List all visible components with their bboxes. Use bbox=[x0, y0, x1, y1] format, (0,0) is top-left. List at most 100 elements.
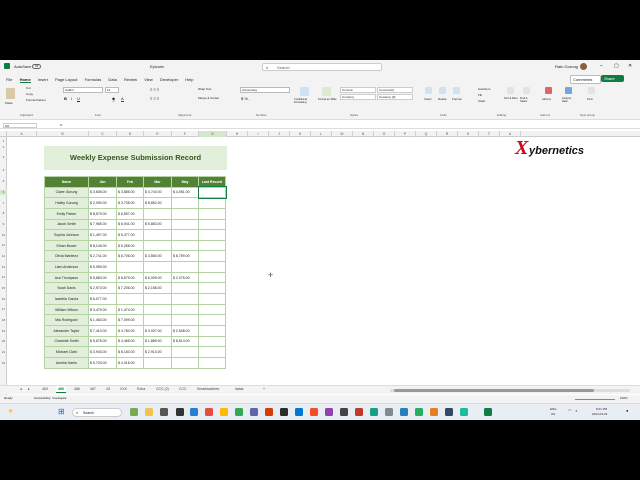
expense-cell[interactable] bbox=[143, 207, 172, 220]
prev-sheet-icon[interactable]: ◂ bbox=[20, 387, 22, 391]
menu-home[interactable]: Home bbox=[19, 77, 31, 83]
expense-cell[interactable] bbox=[198, 229, 226, 241]
expense-cell[interactable] bbox=[198, 346, 226, 358]
row-header[interactable]: 12 bbox=[0, 254, 7, 259]
expense-cell[interactable] bbox=[143, 356, 172, 369]
expense-cell[interactable]: $ 8,145.00 bbox=[88, 239, 117, 252]
menu-data[interactable]: Data bbox=[108, 77, 116, 82]
row-header[interactable]: 13 bbox=[0, 265, 7, 270]
expense-cell[interactable]: $ 2,913.00 bbox=[143, 346, 172, 358]
insert-cells-icon[interactable] bbox=[425, 87, 432, 94]
expense-cell[interactable]: $ 8,679.00 bbox=[116, 271, 144, 284]
worksheet-grid[interactable]: Weekly Expense Submission Record Name Ja… bbox=[7, 137, 633, 420]
avatar[interactable] bbox=[580, 63, 587, 70]
cut-button[interactable]: Cut bbox=[26, 86, 31, 91]
fill-button[interactable]: Fill bbox=[478, 93, 482, 98]
sheet-tab-active[interactable]: 465 bbox=[56, 386, 66, 393]
formula-input[interactable] bbox=[68, 123, 636, 128]
sheet-title-cell[interactable]: Weekly Expense Submission Record bbox=[44, 146, 227, 170]
expense-cell[interactable]: $ 4,780.00 bbox=[116, 324, 144, 337]
expense-cell[interactable] bbox=[198, 239, 226, 252]
search-box[interactable]: ⌕ Search bbox=[262, 63, 382, 71]
menu-formulas[interactable]: Formulas bbox=[85, 77, 102, 82]
expense-cell[interactable]: $ 2,548.00 bbox=[171, 324, 199, 337]
expense-cell[interactable] bbox=[198, 293, 226, 305]
align-icon[interactable]: ≡ ≡ ≡ bbox=[150, 87, 159, 92]
taskbar-app-icon[interactable] bbox=[370, 408, 378, 416]
row-header[interactable]: 6 bbox=[0, 190, 7, 195]
expense-cell[interactable] bbox=[171, 314, 199, 326]
menu-file[interactable]: File bbox=[6, 77, 12, 82]
expense-cell[interactable]: $ 2,741.00 bbox=[88, 250, 117, 263]
expense-cell[interactable] bbox=[143, 314, 172, 326]
expense-cell[interactable] bbox=[198, 356, 226, 369]
expense-cell[interactable] bbox=[143, 293, 172, 305]
taskbar-app-icon[interactable] bbox=[430, 408, 438, 416]
taskbar-app-icon[interactable] bbox=[325, 408, 333, 416]
sheet-tab[interactable]: 463 bbox=[42, 387, 48, 391]
sheet-tab[interactable]: 466 bbox=[74, 387, 80, 391]
expense-cell[interactable]: $ 3,885.00 bbox=[116, 186, 144, 199]
expense-cell[interactable]: $ 4,744.00 bbox=[143, 186, 172, 199]
paste-icon[interactable] bbox=[6, 88, 15, 99]
notification-icon[interactable]: ● bbox=[626, 408, 628, 413]
sheet-tab[interactable]: 43 bbox=[106, 387, 110, 391]
conditional-formatting-icon[interactable] bbox=[300, 87, 309, 96]
fill-color-icon[interactable]: ◆ bbox=[112, 96, 116, 102]
expense-cell[interactable]: $ 1,497.00 bbox=[88, 229, 117, 241]
row-header[interactable]: 3 bbox=[0, 155, 7, 160]
expense-cell[interactable]: $ 7,206.00 bbox=[116, 282, 144, 295]
expense-cell[interactable]: $ 6,099.00 bbox=[143, 271, 172, 284]
style-comma[interactable]: Comma bbox=[340, 87, 376, 93]
style-currency[interactable]: Currency bbox=[340, 94, 376, 100]
horizontal-scrollbar[interactable] bbox=[390, 389, 630, 392]
row-header[interactable]: 19 bbox=[0, 329, 7, 334]
expense-cell[interactable]: $ 1,474.00 bbox=[116, 303, 144, 316]
row-header[interactable]: 2 bbox=[0, 145, 7, 150]
expense-cell[interactable] bbox=[198, 261, 226, 273]
expense-cell[interactable]: $ 2,075.00 bbox=[171, 271, 199, 284]
format-cells-icon[interactable] bbox=[453, 87, 460, 94]
menu-review[interactable]: Review bbox=[124, 77, 137, 82]
expense-cell[interactable]: $ 8,579.00 bbox=[88, 207, 117, 220]
row-header[interactable]: 16 bbox=[0, 297, 7, 302]
expense-cell[interactable]: $ 1,463.00 bbox=[88, 314, 117, 326]
expense-cell[interactable]: $ 2,090.00 bbox=[88, 197, 117, 209]
accessibility-status[interactable]: Accessibility: Investigate bbox=[34, 396, 67, 401]
taskbar-app-icon[interactable] bbox=[265, 408, 273, 416]
expense-cell[interactable] bbox=[171, 303, 199, 316]
taskbar-app-icon[interactable] bbox=[295, 408, 303, 416]
menu-insert[interactable]: Insert bbox=[38, 77, 48, 82]
expense-cell[interactable] bbox=[198, 197, 226, 209]
add-sheet-icon[interactable]: + bbox=[263, 387, 265, 391]
header-last-record[interactable]: Last Record bbox=[198, 176, 226, 188]
sheet-tab[interactable]: datas bbox=[235, 387, 244, 391]
header-jan[interactable]: Jan bbox=[88, 176, 117, 188]
menu-page-layout[interactable]: Page Layout bbox=[55, 77, 77, 82]
expense-cell[interactable]: $ 8,514.00 bbox=[171, 335, 199, 348]
comments-button[interactable]: Comments bbox=[570, 75, 602, 84]
row-header[interactable]: 22 bbox=[0, 361, 7, 366]
header-feb[interactable]: Feb bbox=[116, 176, 144, 188]
expense-cell[interactable]: $ 5,377.00 bbox=[116, 229, 144, 241]
font-color-icon[interactable]: A bbox=[121, 96, 124, 102]
copy-button[interactable]: Copy bbox=[26, 92, 33, 97]
expense-cell[interactable]: $ 3,479.00 bbox=[88, 303, 117, 316]
expense-cell[interactable] bbox=[171, 282, 199, 295]
taskbar-app-icon[interactable] bbox=[400, 408, 408, 416]
fx-icon[interactable]: fx bbox=[60, 123, 62, 128]
expense-cell[interactable] bbox=[116, 293, 144, 305]
menu-developer[interactable]: Developer bbox=[160, 77, 178, 82]
taskbar-app-icon[interactable] bbox=[130, 408, 138, 416]
sheet-tab[interactable]: CCC (2) bbox=[156, 387, 169, 391]
employee-name-cell[interactable]: Hailey Gurung bbox=[44, 197, 89, 209]
wrap-text-button[interactable]: Wrap Text bbox=[198, 87, 211, 92]
row-header[interactable]: 20 bbox=[0, 339, 7, 344]
taskbar-app-icon[interactable] bbox=[385, 408, 393, 416]
taskbar-app-icon[interactable] bbox=[205, 408, 213, 416]
expense-cell[interactable] bbox=[197, 186, 227, 199]
expense-cell[interactable] bbox=[116, 261, 144, 273]
expense-cell[interactable]: $ 8,759.00 bbox=[171, 250, 199, 263]
expense-cell[interactable] bbox=[143, 303, 172, 316]
italic-icon[interactable]: I bbox=[71, 96, 72, 101]
